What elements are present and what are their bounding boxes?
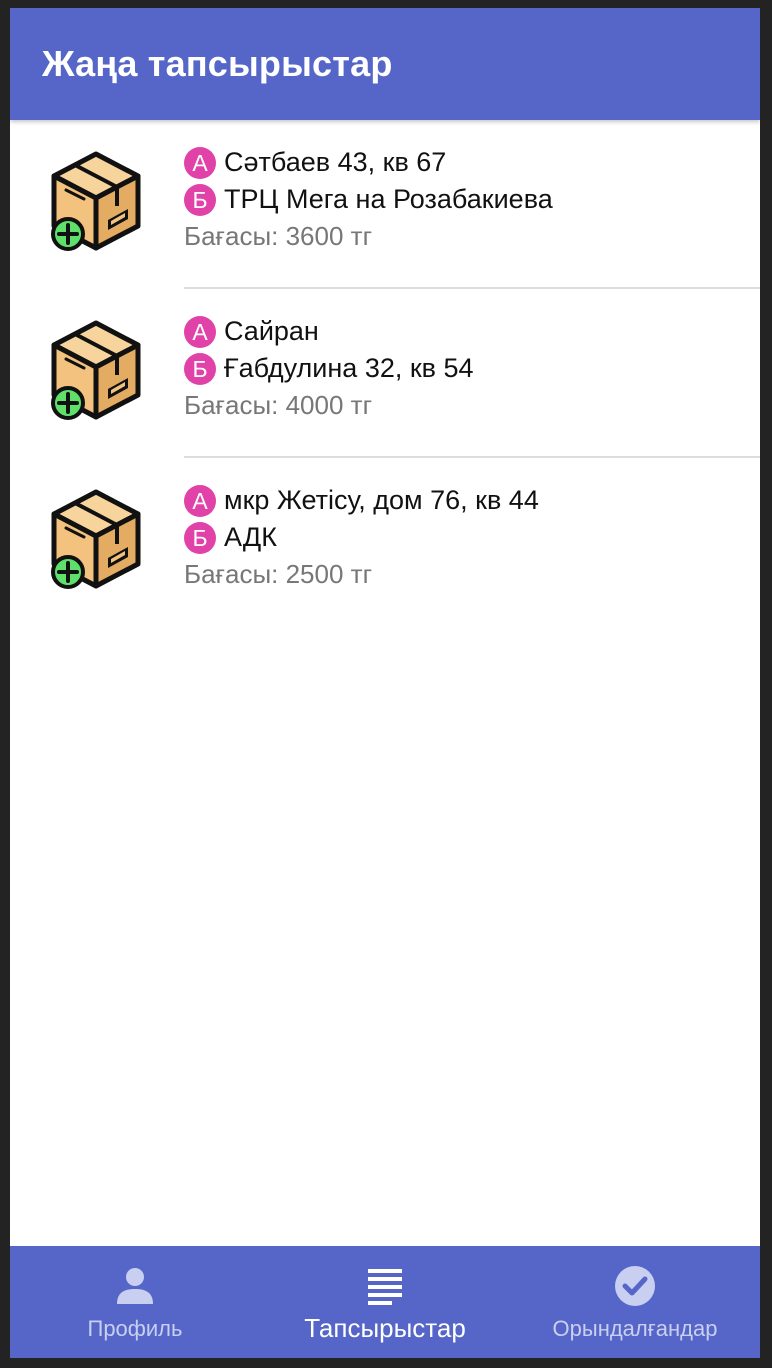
pickup-address: Сәтбаев 43, кв 67	[224, 147, 447, 177]
order-details: А мкр Жетісу, дом 76, кв 44 Б АДК Бағасы…	[184, 482, 760, 593]
order-item[interactable]: А Сайран Б Ғабдулина 32, кв 54 Бағасы: 4…	[10, 289, 760, 458]
pickup-line: А мкр Жетісу, дом 76, кв 44	[184, 482, 760, 519]
nav-orders-label: Тапсырыстар	[304, 1313, 466, 1343]
bottom-navigation: Профиль Тапсырыстар Орындалғандар	[10, 1246, 760, 1358]
app-bar: Жаңа тапсырыстар	[10, 8, 760, 120]
order-item[interactable]: А Сәтбаев 43, кв 67 Б ТРЦ Мега на Розаба…	[10, 120, 760, 289]
order-price: Бағасы: 2500 тг	[184, 559, 373, 589]
nav-orders[interactable]: Тапсырыстар	[260, 1246, 510, 1358]
dropoff-marker: Б	[184, 521, 216, 554]
person-icon	[113, 1264, 157, 1308]
order-details: А Сайран Б Ғабдулина 32, кв 54 Бағасы: 4…	[184, 313, 760, 424]
pickup-marker: А	[184, 146, 216, 179]
pickup-line: А Сәтбаев 43, кв 67	[184, 144, 760, 181]
nav-completed-label: Орындалғандар	[552, 1316, 718, 1341]
dropoff-line: Б АДК	[184, 519, 760, 556]
package-add-icon	[48, 317, 144, 423]
app-screen: Жаңа тапсырыстар А Сәтбаев 43, кв 67 Б Т…	[10, 8, 760, 1358]
nav-completed[interactable]: Орындалғандар	[510, 1246, 760, 1358]
pickup-marker: А	[184, 315, 216, 348]
dropoff-line: Б ТРЦ Мега на Розабакиева	[184, 181, 760, 218]
dropoff-address: ТРЦ Мега на Розабакиева	[224, 184, 553, 214]
dropoff-line: Б Ғабдулина 32, кв 54	[184, 350, 760, 387]
check-circle-icon	[613, 1264, 657, 1308]
package-add-icon	[48, 486, 144, 592]
package-add-icon	[48, 148, 144, 254]
order-price: Бағасы: 4000 тг	[184, 390, 373, 420]
dropoff-address: АДК	[224, 522, 277, 552]
order-details: А Сәтбаев 43, кв 67 Б ТРЦ Мега на Розаба…	[184, 144, 760, 255]
pickup-address: мкр Жетісу, дом 76, кв 44	[224, 485, 539, 515]
pickup-marker: А	[184, 484, 216, 517]
order-price: Бағасы: 3600 тг	[184, 221, 373, 251]
order-item[interactable]: А мкр Жетісу, дом 76, кв 44 Б АДК Бағасы…	[10, 458, 760, 627]
pickup-line: А Сайран	[184, 313, 760, 350]
list-icon	[363, 1264, 407, 1308]
dropoff-address: Ғабдулина 32, кв 54	[224, 353, 474, 383]
dropoff-marker: Б	[184, 183, 216, 216]
pickup-address: Сайран	[224, 316, 319, 346]
order-list: А Сәтбаев 43, кв 67 Б ТРЦ Мега на Розаба…	[10, 120, 760, 627]
page-title: Жаңа тапсырыстар	[42, 43, 393, 84]
nav-profile-label: Профиль	[87, 1316, 183, 1341]
dropoff-marker: Б	[184, 352, 216, 385]
nav-profile[interactable]: Профиль	[10, 1246, 260, 1358]
